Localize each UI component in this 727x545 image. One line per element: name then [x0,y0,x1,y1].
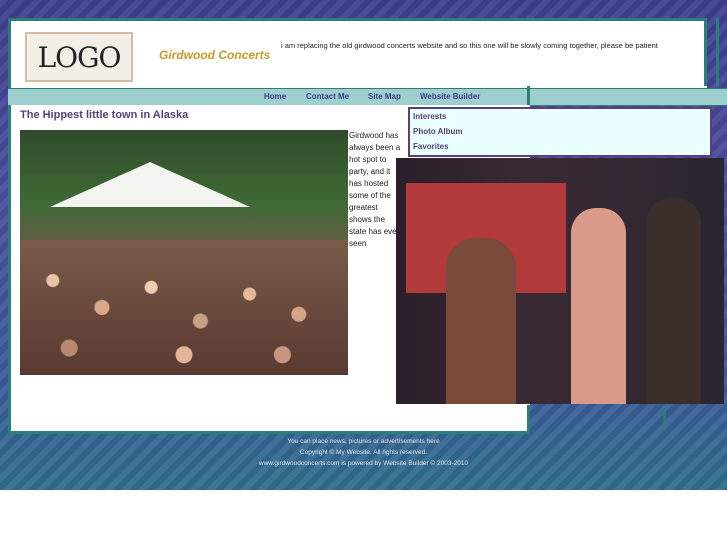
nav-website-builder[interactable]: Website Builder [420,92,480,101]
logo[interactable]: LOGO [25,32,133,82]
band-photo [396,158,724,404]
site-name: Girdwood Concerts [159,48,271,62]
side-item-favorites[interactable]: Favorites [413,142,449,151]
crowd-photo [20,130,348,375]
footer-divider [527,405,530,431]
powered-by-text: www.girdwoodconcerts.com is powered by W… [258,460,469,467]
nav-bar: Home Contact Me Site Map Website Builder [8,88,727,106]
header-right-bar [704,18,707,86]
side-item-photo-album[interactable]: Photo Album [413,127,462,136]
page-title: The Hippest little town in Alaska [20,109,189,121]
nav-contact-me[interactable]: Contact Me [306,92,349,101]
nav-divider [527,86,530,106]
logo-text: LOGO [37,40,122,74]
footer: You can place news, pictures or advertis… [0,436,727,469]
singer-figure [446,238,516,404]
singer-figure [571,208,626,404]
nav-home[interactable]: Home [264,92,286,101]
nav-site-map[interactable]: Site Map [368,92,401,101]
side-menu: Interests Photo Album Favorites [408,107,712,157]
footer-line: You can place news, pictures or advertis… [287,438,440,445]
tent-shape [50,162,250,207]
side-item-interests[interactable]: Interests [413,112,446,121]
intro-text: Girdwood has always been a hot spot to p… [349,131,401,248]
header-right-bar [716,18,719,86]
copyright-text: Copyright © My Website. All rights reser… [299,449,428,456]
crowd-shape [20,240,348,375]
footer-divider [663,406,666,428]
header: LOGO Girdwood Concerts i am replacing th… [8,18,707,91]
guitarist-figure [646,198,701,404]
notice-text: i am replacing the old girdwood concerts… [281,41,658,50]
